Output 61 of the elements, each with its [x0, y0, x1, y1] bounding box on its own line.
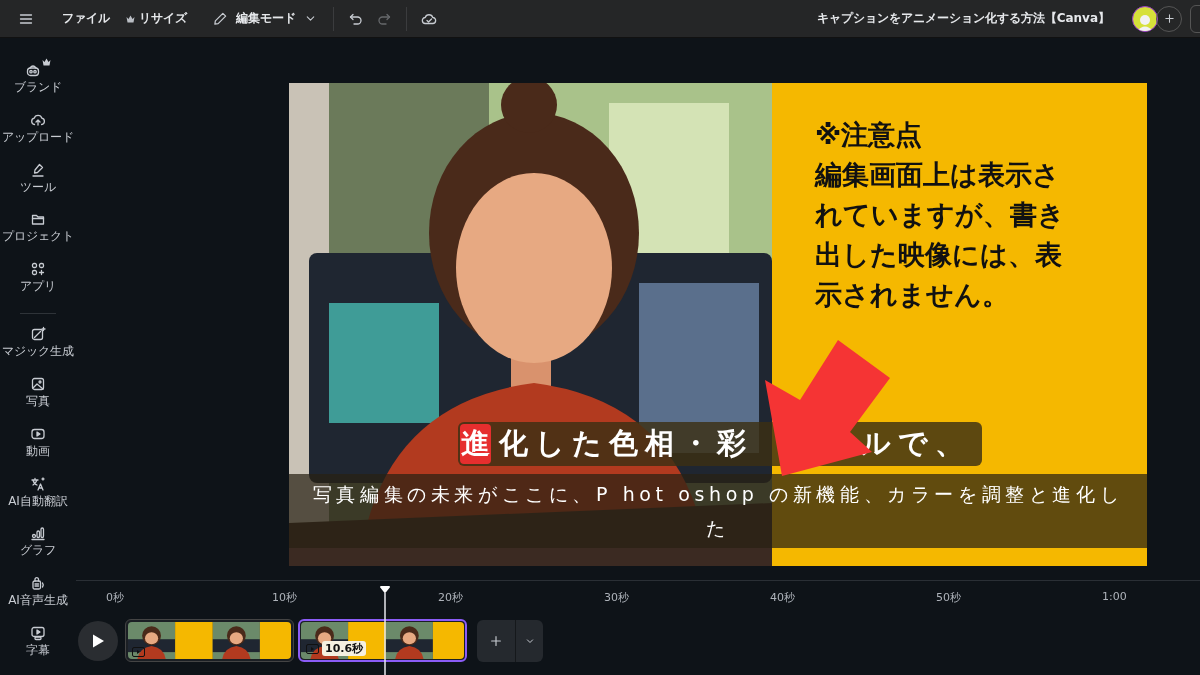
time-label: 1:00	[1102, 590, 1127, 603]
crown-icon	[42, 58, 51, 66]
playhead[interactable]	[379, 585, 391, 675]
sidebar-label: 字幕	[26, 642, 50, 660]
video-icon	[306, 643, 319, 654]
sidebar-item[interactable]: グラフ	[0, 521, 76, 572]
sidebar-label: グラフ	[20, 542, 56, 560]
sidebar-item[interactable]: 写真	[0, 371, 76, 422]
sidebar-label: アプリ	[20, 278, 56, 296]
play-icon	[91, 632, 105, 649]
caption-text: 化した色相・彩	[499, 425, 753, 462]
sidebar-label: 写真	[26, 392, 50, 410]
crown-icon	[126, 14, 135, 23]
sidebar-item[interactable]: アップロード	[0, 107, 76, 158]
note-text: ※注意点 編集画面上は表示さ れていますが、書き 出した映像には、表 示されません。	[813, 118, 1065, 312]
plus-icon	[1162, 12, 1176, 25]
sidebar-label: プロジェクト	[2, 228, 74, 246]
time-label: 10秒	[272, 591, 297, 604]
sidebar-item[interactable]: ブランド	[0, 58, 76, 108]
time-label: 30秒	[604, 591, 629, 604]
add-page-button[interactable]	[477, 619, 515, 662]
mode-dropdown[interactable]: 編集モード	[205, 4, 326, 33]
document-title: キャプションをアニメーション化する方法【Canva】	[816, 10, 1110, 27]
sidebar-item[interactable]: AI自動翻訳	[0, 471, 76, 522]
sidebar-label: 動画	[26, 442, 50, 460]
sidebar-item[interactable]: プロジェクト	[0, 207, 76, 258]
image-icon	[30, 375, 46, 392]
timeline-clip[interactable]: 10.6秒	[298, 619, 467, 662]
sidebar-label: AI自動翻訳	[8, 492, 68, 510]
sidebar-label: ツール	[20, 178, 56, 196]
translate-icon	[30, 475, 46, 492]
play-button[interactable]	[78, 620, 118, 661]
pen-icon	[30, 161, 46, 178]
sidebar-item[interactable]: アプリ	[0, 257, 76, 308]
time-label: 20秒	[438, 591, 463, 604]
bar-chart-icon	[30, 525, 46, 542]
sidebar-label: ブランド	[14, 79, 62, 96]
sidebar-label: アップロード	[2, 128, 74, 146]
magic-image-icon	[30, 326, 46, 343]
caption-text: 写真編集の未来がここに、P hot oshop の新機能、カラーを調整と進化し た	[289, 474, 1147, 548]
menu-item[interactable]: ファイル	[54, 4, 118, 33]
time-label: 0秒	[106, 591, 124, 604]
sidebar-label: マジック生成	[2, 343, 74, 361]
sidebar-label: AI音声生成	[8, 592, 68, 610]
time-label: 50秒	[936, 591, 961, 604]
sidebar-item[interactable]: マジック生成	[0, 322, 76, 372]
sidebar-item[interactable]: ツール	[0, 157, 76, 208]
apps-icon	[30, 261, 46, 278]
duration-label: 10.6秒	[322, 641, 367, 656]
sidebar-item[interactable]: 動画	[0, 421, 76, 472]
time-label: 40秒	[770, 591, 795, 604]
menu-item[interactable]: リサイズ	[118, 4, 195, 33]
sidebar-item[interactable]: AI音声生成	[0, 571, 76, 622]
avatar[interactable]	[1132, 5, 1158, 32]
highlighted-word: 進	[460, 424, 491, 464]
video-icon	[132, 647, 145, 657]
pencil-icon	[213, 11, 228, 26]
voice-icon	[30, 575, 46, 592]
sidebar-item[interactable]: 字幕	[0, 621, 76, 671]
plus-icon	[489, 633, 503, 648]
subtitle-icon	[30, 625, 46, 642]
